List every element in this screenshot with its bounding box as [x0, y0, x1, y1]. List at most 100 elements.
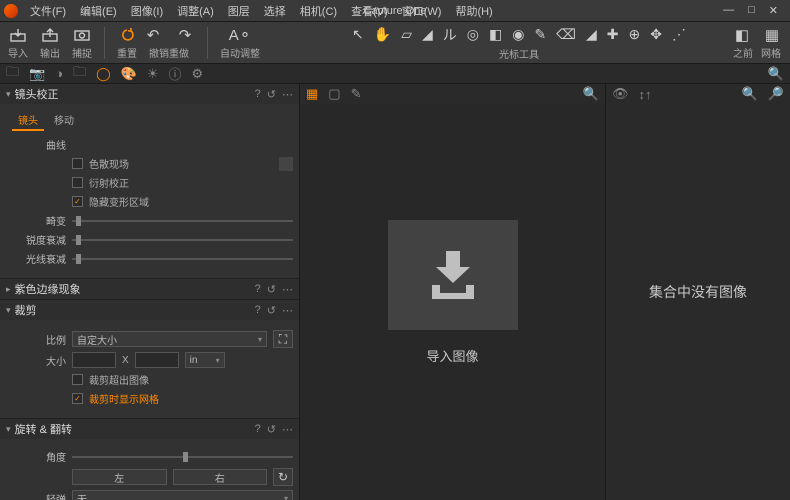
browser-search-icon[interactable]: 🔍: [742, 86, 758, 102]
crop-beyond-checkbox[interactable]: [72, 374, 83, 385]
panel-reset-icon[interactable]: ↺: [267, 283, 276, 296]
panel-help-icon[interactable]: ?: [255, 88, 261, 101]
curve-label: 曲线: [12, 137, 66, 152]
angle-slider[interactable]: [72, 456, 293, 458]
sharp-falloff-slider[interactable]: [72, 239, 293, 241]
rotate-left-button[interactable]: 左: [72, 469, 167, 485]
auto-adjust-icon[interactable]: A⚬: [230, 26, 250, 44]
grid-label: 网格: [761, 45, 781, 60]
panel-reset-icon[interactable]: ↺: [267, 88, 276, 101]
view-grid-icon[interactable]: ▦: [306, 86, 318, 102]
rotate-reset-icon[interactable]: ↻: [273, 468, 293, 486]
export-icon[interactable]: [40, 26, 60, 44]
size-label: 大小: [12, 353, 66, 368]
panel-reset-icon[interactable]: ↺: [267, 304, 276, 317]
tab-lens-icon[interactable]: ◯: [96, 66, 111, 82]
capture-icon[interactable]: [72, 26, 92, 44]
menu-help[interactable]: 帮助(H): [449, 0, 498, 22]
import-icon[interactable]: [8, 26, 28, 44]
crop-grid-checkbox[interactable]: ✓: [72, 393, 83, 404]
flip-select[interactable]: 无: [72, 490, 293, 500]
distortion-slider[interactable]: [72, 220, 293, 222]
capture-label: 捕捉: [72, 45, 92, 60]
tab-metadata-icon[interactable]: 🗀: [73, 63, 86, 85]
picker-tool-icon[interactable]: ✥: [650, 26, 662, 43]
tab-exposure-icon[interactable]: ☀: [147, 66, 159, 82]
panel-menu-icon[interactable]: ⋯: [282, 88, 293, 101]
move-tool-icon[interactable]: ↖: [352, 26, 364, 43]
redo-icon[interactable]: ↷: [175, 26, 195, 44]
crop-tool-icon[interactable]: ▱: [401, 26, 412, 43]
size-unit-select[interactable]: in: [185, 352, 225, 368]
panel-reset-icon[interactable]: ↺: [267, 423, 276, 436]
mask-circle-icon[interactable]: ◉: [512, 26, 524, 43]
menu-adjust[interactable]: 调整(A): [171, 0, 220, 22]
clone-tool-icon[interactable]: ⊕: [628, 26, 640, 43]
maximize-button[interactable]: □: [748, 4, 755, 17]
diffraction-checkbox[interactable]: [72, 177, 83, 188]
close-button[interactable]: ✕: [769, 4, 778, 17]
tab-details-icon[interactable]: ⓘ: [168, 64, 181, 83]
import-image-button[interactable]: [388, 220, 518, 330]
menu-image[interactable]: 图像(I): [125, 0, 169, 22]
menu-layer[interactable]: 图层: [222, 0, 256, 22]
size-width-input[interactable]: [72, 352, 116, 368]
view-brush-icon[interactable]: ✎: [351, 86, 362, 102]
keystone-tool-icon[interactable]: ル: [443, 25, 457, 45]
color-swatch[interactable]: [279, 157, 293, 171]
heal-tool-icon[interactable]: ✚: [607, 26, 619, 43]
undo-icon[interactable]: ↶: [143, 26, 163, 44]
size-height-input[interactable]: [135, 352, 179, 368]
lens-subtab-move[interactable]: 移动: [48, 110, 80, 131]
hide-deform-checkbox[interactable]: ✓: [72, 196, 83, 207]
ratio-select[interactable]: 自定大小: [72, 331, 267, 347]
panel-header-purple[interactable]: ▸ 紫色边缘现象 ?↺⋯: [0, 279, 299, 299]
reset-icon[interactable]: [117, 26, 137, 44]
app-title: Capture One: [364, 5, 427, 17]
minimize-button[interactable]: —: [723, 4, 734, 17]
panel-help-icon[interactable]: ?: [255, 423, 261, 436]
rotate-right-button[interactable]: 右: [173, 469, 268, 485]
browser-sort-icon[interactable]: ↕↑: [639, 87, 652, 102]
panel-menu-icon[interactable]: ⋯: [282, 304, 293, 317]
tab-library-icon[interactable]: 🗀: [6, 63, 19, 85]
brush-tool-icon[interactable]: ✎: [534, 26, 546, 43]
tab-settings-icon[interactable]: ⚙: [192, 66, 204, 82]
panel-header-crop[interactable]: ▾ 裁剪 ?↺⋯: [0, 300, 299, 320]
gradient-tool-icon[interactable]: ◢: [586, 26, 597, 43]
viewer-search-icon[interactable]: 🔍: [583, 86, 599, 102]
view-single-icon[interactable]: ▢: [328, 86, 340, 102]
light-falloff-slider[interactable]: [72, 258, 293, 260]
straighten-tool-icon[interactable]: ◢: [422, 26, 433, 43]
browser-eye-icon[interactable]: 👁: [612, 86, 629, 102]
menu-select[interactable]: 选择: [258, 0, 292, 22]
menu-file[interactable]: 文件(F): [24, 0, 72, 22]
tab-color-icon[interactable]: 🎨: [121, 66, 137, 82]
panel-help-icon[interactable]: ?: [255, 283, 261, 296]
panel-header-rotate[interactable]: ▾ 旋转 & 翻转 ?↺⋯: [0, 419, 299, 439]
panel-header-lens[interactable]: ▾ 镜头校正 ? ↺ ⋯: [0, 84, 299, 104]
color-scene-checkbox[interactable]: [72, 158, 83, 169]
hand-tool-icon[interactable]: ✋: [374, 26, 391, 43]
mask-square-icon[interactable]: ◧: [489, 26, 502, 43]
tab-capture-icon[interactable]: 📷: [29, 66, 45, 82]
tab-quick-icon[interactable]: ◑: [55, 66, 63, 81]
erase-tool-icon[interactable]: ⌫: [556, 26, 576, 43]
sidebar-search-icon[interactable]: 🔍: [768, 66, 784, 82]
menu-edit[interactable]: 编辑(E): [74, 0, 123, 22]
menubar: 文件(F) 编辑(E) 图像(I) 调整(A) 图层 选择 相机(C) 查看(V…: [0, 0, 790, 22]
menu-camera[interactable]: 相机(C): [294, 0, 343, 22]
before-after-icon[interactable]: ◧: [732, 26, 752, 44]
crop-beyond-label: 裁剪超出图像: [89, 372, 149, 387]
panel-help-icon[interactable]: ?: [255, 304, 261, 317]
panel-menu-icon[interactable]: ⋯: [282, 283, 293, 296]
distortion-label: 畸变: [12, 213, 66, 228]
annotate-tool-icon[interactable]: ⋰: [672, 26, 686, 43]
grid-toggle-icon[interactable]: ▦: [762, 26, 782, 44]
collapse-caret-icon: ▾: [6, 424, 11, 435]
panel-menu-icon[interactable]: ⋯: [282, 423, 293, 436]
browser-zoom-icon[interactable]: 🔎: [768, 86, 784, 102]
crop-apply-icon[interactable]: ⛶: [273, 330, 293, 348]
lens-subtab-lens[interactable]: 镜头: [12, 110, 44, 131]
spot-tool-icon[interactable]: ◎: [467, 26, 479, 43]
